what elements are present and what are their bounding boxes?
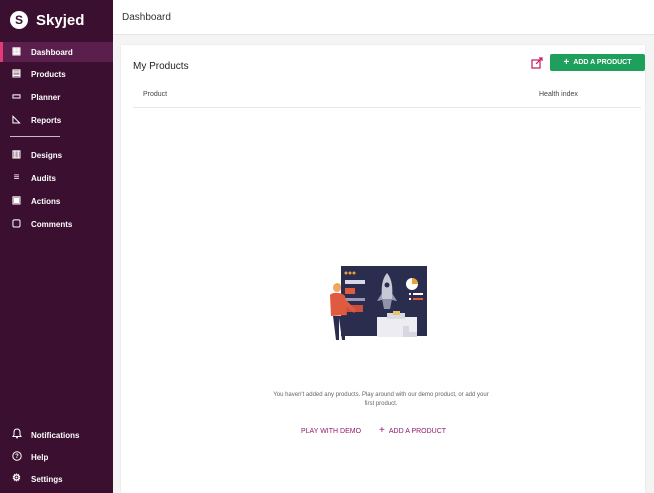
sidebar-item-designs[interactable]: ▥ Designs [0,145,113,165]
empty-state-actions: PLAY WITH DEMO + ADD A PRODUCT [301,426,446,436]
actions-icon: ▣ [11,195,22,206]
sidebar-item-label: Audits [31,173,56,183]
play-with-demo-button[interactable]: PLAY WITH DEMO [301,428,361,435]
add-product-link-label: ADD A PRODUCT [388,427,447,435]
add-product-link[interactable]: + ADD A PRODUCT [379,426,446,436]
sidebar-item-label: Help [31,452,49,462]
designs-icon: ▥ [11,149,22,160]
dashboard-icon: ▦ [11,46,22,57]
audits-icon: ≡ [13,172,20,183]
bell-icon [10,428,23,442]
top-bar: Dashboard [113,0,654,35]
page-title: Dashboard [122,12,171,23]
sidebar-item-settings[interactable]: ⚙ Settings [0,469,113,489]
add-product-label: ADD A PRODUCT [573,59,632,66]
sidebar-item-label: Dashboard [31,47,73,57]
sidebar-item-actions[interactable]: ▣ Actions [0,191,113,211]
column-header-health-index[interactable]: Health index [539,91,578,98]
my-products-card: My Products + ADD A PRODUCT Product Heal… [121,45,645,493]
add-product-button[interactable]: + ADD A PRODUCT [550,54,645,71]
sidebar-item-reports[interactable]: ◺ Reports [0,110,113,130]
plus-icon: + [563,56,570,68]
sidebar-item-label: Actions [31,196,61,206]
reports-icon: ◺ [12,114,21,125]
sidebar-item-dashboard[interactable]: ▦ Dashboard [0,42,116,62]
sidebar-item-label: Settings [31,474,63,484]
brand-name: Skyjed [36,11,85,29]
svg-text:?: ? [15,454,19,460]
skyjed-logo-icon: S [10,11,28,29]
sidebar-item-label: Notifications [31,430,80,440]
column-header-product[interactable]: Product [143,91,167,98]
comments-icon: ▢ [11,218,22,229]
sidebar-item-help[interactable]: ? Help [0,447,113,467]
table-divider [133,107,641,108]
brand[interactable]: S Skyjed [10,9,84,31]
sidebar-item-label: Designs [31,150,63,160]
sidebar: S Skyjed ▦ Dashboard ▤ Products ▭ Planne… [0,0,116,493]
plus-icon: + [379,425,385,436]
external-edit-icon[interactable] [531,57,543,69]
sidebar-item-label: Reports [31,115,62,125]
gear-icon: ⚙ [12,473,21,484]
sidebar-item-notifications[interactable]: Notifications [0,425,113,445]
sidebar-item-label: Comments [31,219,73,229]
empty-state-message: You haven't added any products. Play aro… [273,392,489,407]
planner-icon: ▭ [11,91,22,102]
products-icon: ▤ [11,68,22,79]
card-title: My Products [133,61,189,72]
empty-state-illustration [329,265,439,365]
sidebar-item-comments[interactable]: ▢ Comments [0,214,113,234]
sidebar-item-label: Planner [31,92,61,102]
sidebar-item-products[interactable]: ▤ Products [0,64,113,84]
sidebar-item-label: Products [31,69,66,79]
sidebar-divider [10,136,60,137]
sidebar-item-planner[interactable]: ▭ Planner [0,87,113,107]
help-icon: ? [10,450,23,464]
sidebar-item-audits[interactable]: ≡ Audits [0,168,113,188]
